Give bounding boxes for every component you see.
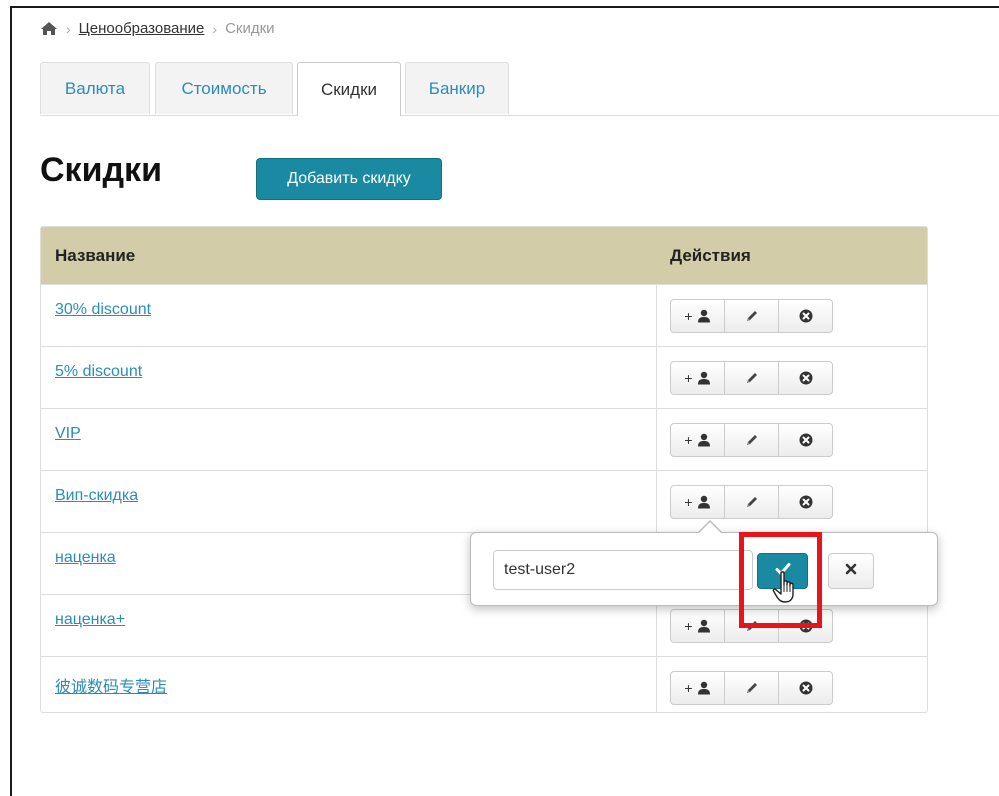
pencil-icon (745, 495, 759, 509)
plus-label: + (684, 680, 693, 696)
remove-circle-icon (799, 495, 813, 509)
edit-button[interactable] (725, 300, 779, 332)
add-user-button[interactable]: + (671, 486, 725, 518)
row-actions: + (670, 299, 833, 333)
remove-circle-icon (799, 681, 813, 695)
user-icon (697, 619, 711, 633)
tab-banker[interactable]: Банкир (405, 62, 509, 114)
tab-currency[interactable]: Валюта (40, 62, 150, 114)
plus-label: + (684, 618, 693, 634)
remove-circle-icon (799, 309, 813, 323)
user-icon (697, 371, 711, 385)
close-icon (845, 562, 857, 580)
user-icon (697, 495, 711, 509)
delete-button[interactable] (779, 610, 832, 642)
checkmark-icon (775, 562, 791, 581)
discount-name-link[interactable]: Вип-скидка (55, 487, 138, 505)
discount-name-link[interactable]: 30% discount (55, 301, 151, 319)
remove-circle-icon (799, 371, 813, 385)
user-icon (697, 309, 711, 323)
edit-button[interactable] (725, 672, 779, 704)
user-icon (697, 433, 711, 447)
row-actions: + (670, 485, 833, 519)
breadcrumb-separator: › (66, 20, 71, 37)
plus-label: + (684, 432, 693, 448)
pencil-icon (745, 371, 759, 385)
tab-bar: Валюта Стоимость Скидки Банкир (40, 62, 999, 116)
table-row: 彼诚数码专营店 + (41, 656, 927, 718)
breadcrumb-separator: › (212, 20, 218, 37)
pencil-icon (745, 619, 759, 633)
user-input[interactable] (493, 550, 753, 590)
delete-button[interactable] (779, 672, 832, 704)
edit-button[interactable] (725, 486, 779, 518)
remove-circle-icon (799, 433, 813, 447)
add-user-button[interactable]: + (671, 672, 725, 704)
table-row: 30% discount + (41, 284, 927, 346)
column-header-actions: Действия (670, 245, 751, 265)
pencil-icon (745, 681, 759, 695)
add-user-button[interactable]: + (671, 424, 725, 456)
pencil-icon (745, 433, 759, 447)
confirm-button[interactable] (757, 553, 808, 589)
breadcrumb: › Ценообразование › Скидки (40, 20, 275, 37)
popover-arrow (699, 522, 721, 533)
discount-name-link[interactable]: 5% discount (55, 363, 142, 381)
table-header: Название Действия (41, 227, 927, 284)
add-user-button[interactable]: + (671, 610, 725, 642)
table-row: Вип-скидка + (41, 470, 927, 532)
row-actions: + (670, 361, 833, 395)
add-user-popover (470, 532, 938, 606)
breadcrumb-current: Скидки (225, 20, 275, 37)
discount-name-link[interactable]: наценка+ (55, 611, 125, 629)
plus-label: + (684, 308, 693, 324)
page-title: Скидки (40, 151, 162, 189)
discounts-table: Название Действия 30% discount +5% discou… (40, 226, 928, 713)
table-row: VIP + (41, 408, 927, 470)
user-icon (697, 681, 711, 695)
remove-circle-icon (799, 619, 813, 633)
plus-label: + (684, 370, 693, 386)
delete-button[interactable] (779, 362, 832, 394)
home-icon[interactable] (40, 21, 58, 36)
tab-cost[interactable]: Стоимость (155, 62, 293, 114)
cancel-button[interactable] (828, 553, 874, 589)
pencil-icon (745, 309, 759, 323)
column-header-name: Название (55, 245, 136, 265)
breadcrumb-link-pricing[interactable]: Ценообразование (79, 20, 205, 37)
delete-button[interactable] (779, 424, 832, 456)
row-actions: + (670, 671, 833, 705)
table-row: 5% discount + (41, 346, 927, 408)
add-user-button[interactable]: + (671, 362, 725, 394)
edit-button[interactable] (725, 424, 779, 456)
edit-button[interactable] (725, 610, 779, 642)
row-actions: + (670, 609, 833, 643)
tab-discounts[interactable]: Скидки (297, 62, 401, 116)
table-body: 30% discount +5% discount + VIP + Вип-скидка +… (41, 284, 927, 718)
plus-label: + (684, 494, 693, 510)
discount-name-link[interactable]: 彼诚数码专营店 (55, 673, 167, 697)
add-discount-button[interactable]: Добавить скидку (256, 158, 442, 200)
discount-name-link[interactable]: VIP (55, 425, 81, 443)
delete-button[interactable] (779, 300, 832, 332)
delete-button[interactable] (779, 486, 832, 518)
row-actions: + (670, 423, 833, 457)
add-user-button[interactable]: + (671, 300, 725, 332)
edit-button[interactable] (725, 362, 779, 394)
discount-name-link[interactable]: наценка (55, 549, 116, 567)
